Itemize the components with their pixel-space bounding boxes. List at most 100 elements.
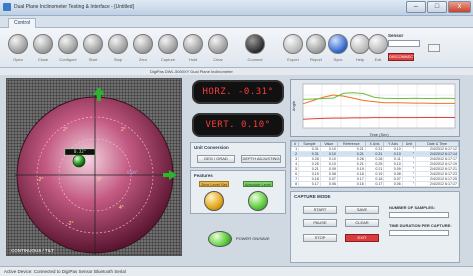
table-cell: 0.17 — [364, 181, 385, 187]
report-button[interactable] — [306, 34, 326, 54]
y-axis-label: Angle — [291, 100, 296, 111]
bubble-caption: CONTINUOUS / TILT — [11, 248, 54, 253]
capture-save-button[interactable]: SAVE — [345, 206, 379, 214]
table-row[interactable]: 3 0.28 0.10 0.28 0.28 0.11 ° 2/4/2012 6:17:17 — [291, 156, 459, 162]
ring-label: 0° — [97, 177, 102, 183]
depth-adjusting-button[interactable]: DEPTH ADJUSTING — [241, 155, 281, 163]
configure-label: Configure — [59, 57, 77, 62]
bubble-level-graphic — [15, 87, 177, 255]
table-cell: 0.06 — [383, 181, 403, 187]
table-row[interactable]: 7 0.18 0.07 0.17 0.18 0.07 ° 2/4/2012 6:17:25 — [291, 176, 459, 182]
clear-button[interactable] — [208, 34, 228, 54]
level-bubble — [72, 154, 86, 168]
capture-exit-button[interactable]: EXIT — [345, 234, 379, 242]
maximize-button[interactable]: □ — [427, 1, 447, 13]
table-cell: 2/4/2012 6:17:27 — [415, 181, 459, 187]
disconnect-button[interactable]: DISCONNECT — [388, 53, 415, 61]
start-button[interactable] — [83, 34, 103, 54]
table-cell: 8 — [291, 181, 300, 187]
ring-label: -2° — [67, 221, 74, 227]
table-cell: 0.06 — [319, 181, 338, 187]
capture-stop-button[interactable]: STOP — [303, 234, 337, 242]
power-toggle-label: POWER ON/SAVE — [236, 236, 270, 241]
title-bar: Dual Plane Inclinometer Testing & Interf… — [0, 0, 473, 16]
status-line: DigiPas DWL-5000XY Dual Plane Inclinomet… — [0, 68, 473, 75]
table-cell: 0.16 — [336, 181, 366, 187]
close-label: Close — [37, 57, 49, 62]
features-title: Features — [194, 173, 213, 178]
table-row[interactable]: 6 0.19 0.08 0.18 0.19 0.08 ° 2/4/2012 6:17:23 — [291, 171, 459, 177]
deg-grad-button[interactable]: DEG / GRAD — [197, 155, 235, 163]
power-toggle[interactable] — [208, 231, 232, 247]
x-value-label: 0.32° — [73, 149, 87, 154]
tab-strip: Control — [0, 16, 473, 28]
status-line-text: DigiPas DWL-5000XY Dual Plane Inclinomet… — [150, 69, 233, 74]
hold-button[interactable] — [183, 34, 203, 54]
hold-label: Hold — [188, 57, 198, 62]
samples-input[interactable] — [389, 212, 449, 218]
capture-label: Capture — [160, 57, 176, 62]
ring-label: 2° — [121, 127, 126, 133]
y-value-label: 0.10° — [127, 170, 138, 175]
ring-label: -2° — [37, 177, 44, 183]
samples-table-panel: # Sample Value Reference X Axis Y Axis U… — [290, 140, 460, 188]
table-row[interactable]: 4 0.25 0.10 0.21 0.25 0.10 ° 2/4/2012 6:17:19 — [291, 161, 459, 167]
tab-control[interactable]: Control — [8, 18, 37, 28]
sensor-field[interactable] — [388, 40, 420, 47]
configure-button[interactable] — [58, 34, 78, 54]
up-arrow-icon — [93, 87, 105, 95]
table-row[interactable]: 5 0.21 0.09 0.19 0.21 0.09 ° 2/4/2012 6:17:21 — [291, 166, 459, 172]
window-title: Dual Plane Inclinometer Testing & Interf… — [14, 4, 134, 10]
zero-level-label: Zero Level Set — [199, 181, 229, 187]
absolute-level-indicator[interactable] — [248, 191, 268, 211]
horizontal-readout-text: HORZ. -0.31° — [202, 87, 274, 97]
samples-table: # Sample Value Reference X Axis Y Axis U… — [291, 141, 459, 187]
capture-button[interactable] — [158, 34, 178, 54]
zero-button[interactable] — [133, 34, 153, 54]
unit-conversion-title: Unit Conversion — [194, 145, 229, 150]
status-bar: Active Device: Connected to DigiPas Sens… — [0, 266, 473, 276]
angle-chart-panel: Angle Time (Sec) — [290, 79, 460, 137]
duration-input[interactable] — [389, 230, 449, 236]
open-button[interactable] — [8, 34, 28, 54]
ring-label: 2° — [63, 127, 68, 133]
stop-button[interactable] — [108, 34, 128, 54]
help-button[interactable] — [350, 34, 370, 54]
vertical-readout-text: VERT. 0.10° — [205, 120, 271, 130]
ring-label: 4° — [119, 205, 124, 211]
capture-mode-panel: CAPTURE MODE START SAVE PAUSE CLEAR STOP… — [290, 191, 460, 263]
table-row[interactable]: 8 0.17 0.06 0.16 0.17 0.06 ° 2/4/2012 6:17:27 — [291, 181, 459, 187]
samples-label: NUMBER OF SAMPLES: — [389, 205, 435, 210]
capture-start-button[interactable]: START — [303, 206, 337, 214]
app-icon — [3, 3, 11, 11]
horizontal-readout: HORZ. -0.31° — [192, 80, 284, 104]
document-icon[interactable] — [428, 44, 440, 52]
table-row[interactable]: 2 0.31 0.10 0.21 0.31 0.10 ° 2/4/2012 6:17:14 — [291, 151, 459, 157]
features-panel: Features Zero Level Set Absolute Level — [190, 170, 286, 214]
x-axis-label: Time (Sec) — [369, 132, 389, 137]
capture-mode-title: CAPTURE MODE — [294, 194, 331, 199]
sync-button[interactable] — [328, 34, 348, 54]
minimize-button[interactable]: – — [406, 1, 426, 13]
zero-label: Zero — [138, 57, 148, 62]
sensor-label: Sensor — [388, 33, 404, 38]
export-button[interactable] — [283, 34, 303, 54]
close-port-button[interactable] — [33, 34, 53, 54]
vertical-readout: VERT. 0.10° — [192, 113, 284, 137]
capture-pause-button[interactable]: PAUSE — [303, 219, 337, 227]
start-label: Start — [88, 57, 98, 62]
bubble-level-panel: 0.32° 0.10° 2° 2° -2° -2° 0° 4° CONTINUO… — [6, 78, 182, 256]
table-cell: ° — [401, 181, 417, 187]
unit-conversion-panel: Unit Conversion DEG / GRAD DEPTH ADJUSTI… — [190, 142, 286, 168]
table-row[interactable]: 1 0.31 0.10 0.21 0.31 0.10 ° 2/4/2012 6:17:12 — [291, 146, 459, 152]
connect-button[interactable] — [245, 34, 265, 54]
status-bar-text: Active Device: Connected to DigiPas Sens… — [4, 269, 126, 274]
table-cell: 0.17 — [298, 181, 321, 187]
exit-button[interactable] — [368, 34, 388, 54]
stop-label: Stop — [113, 57, 123, 62]
angle-chart: Angle Time (Sec) — [291, 83, 456, 137]
close-button[interactable]: x — [448, 1, 471, 13]
capture-clear-button[interactable]: CLEAR — [345, 219, 379, 227]
open-label: Open — [13, 57, 23, 62]
zero-level-indicator[interactable] — [204, 191, 224, 211]
